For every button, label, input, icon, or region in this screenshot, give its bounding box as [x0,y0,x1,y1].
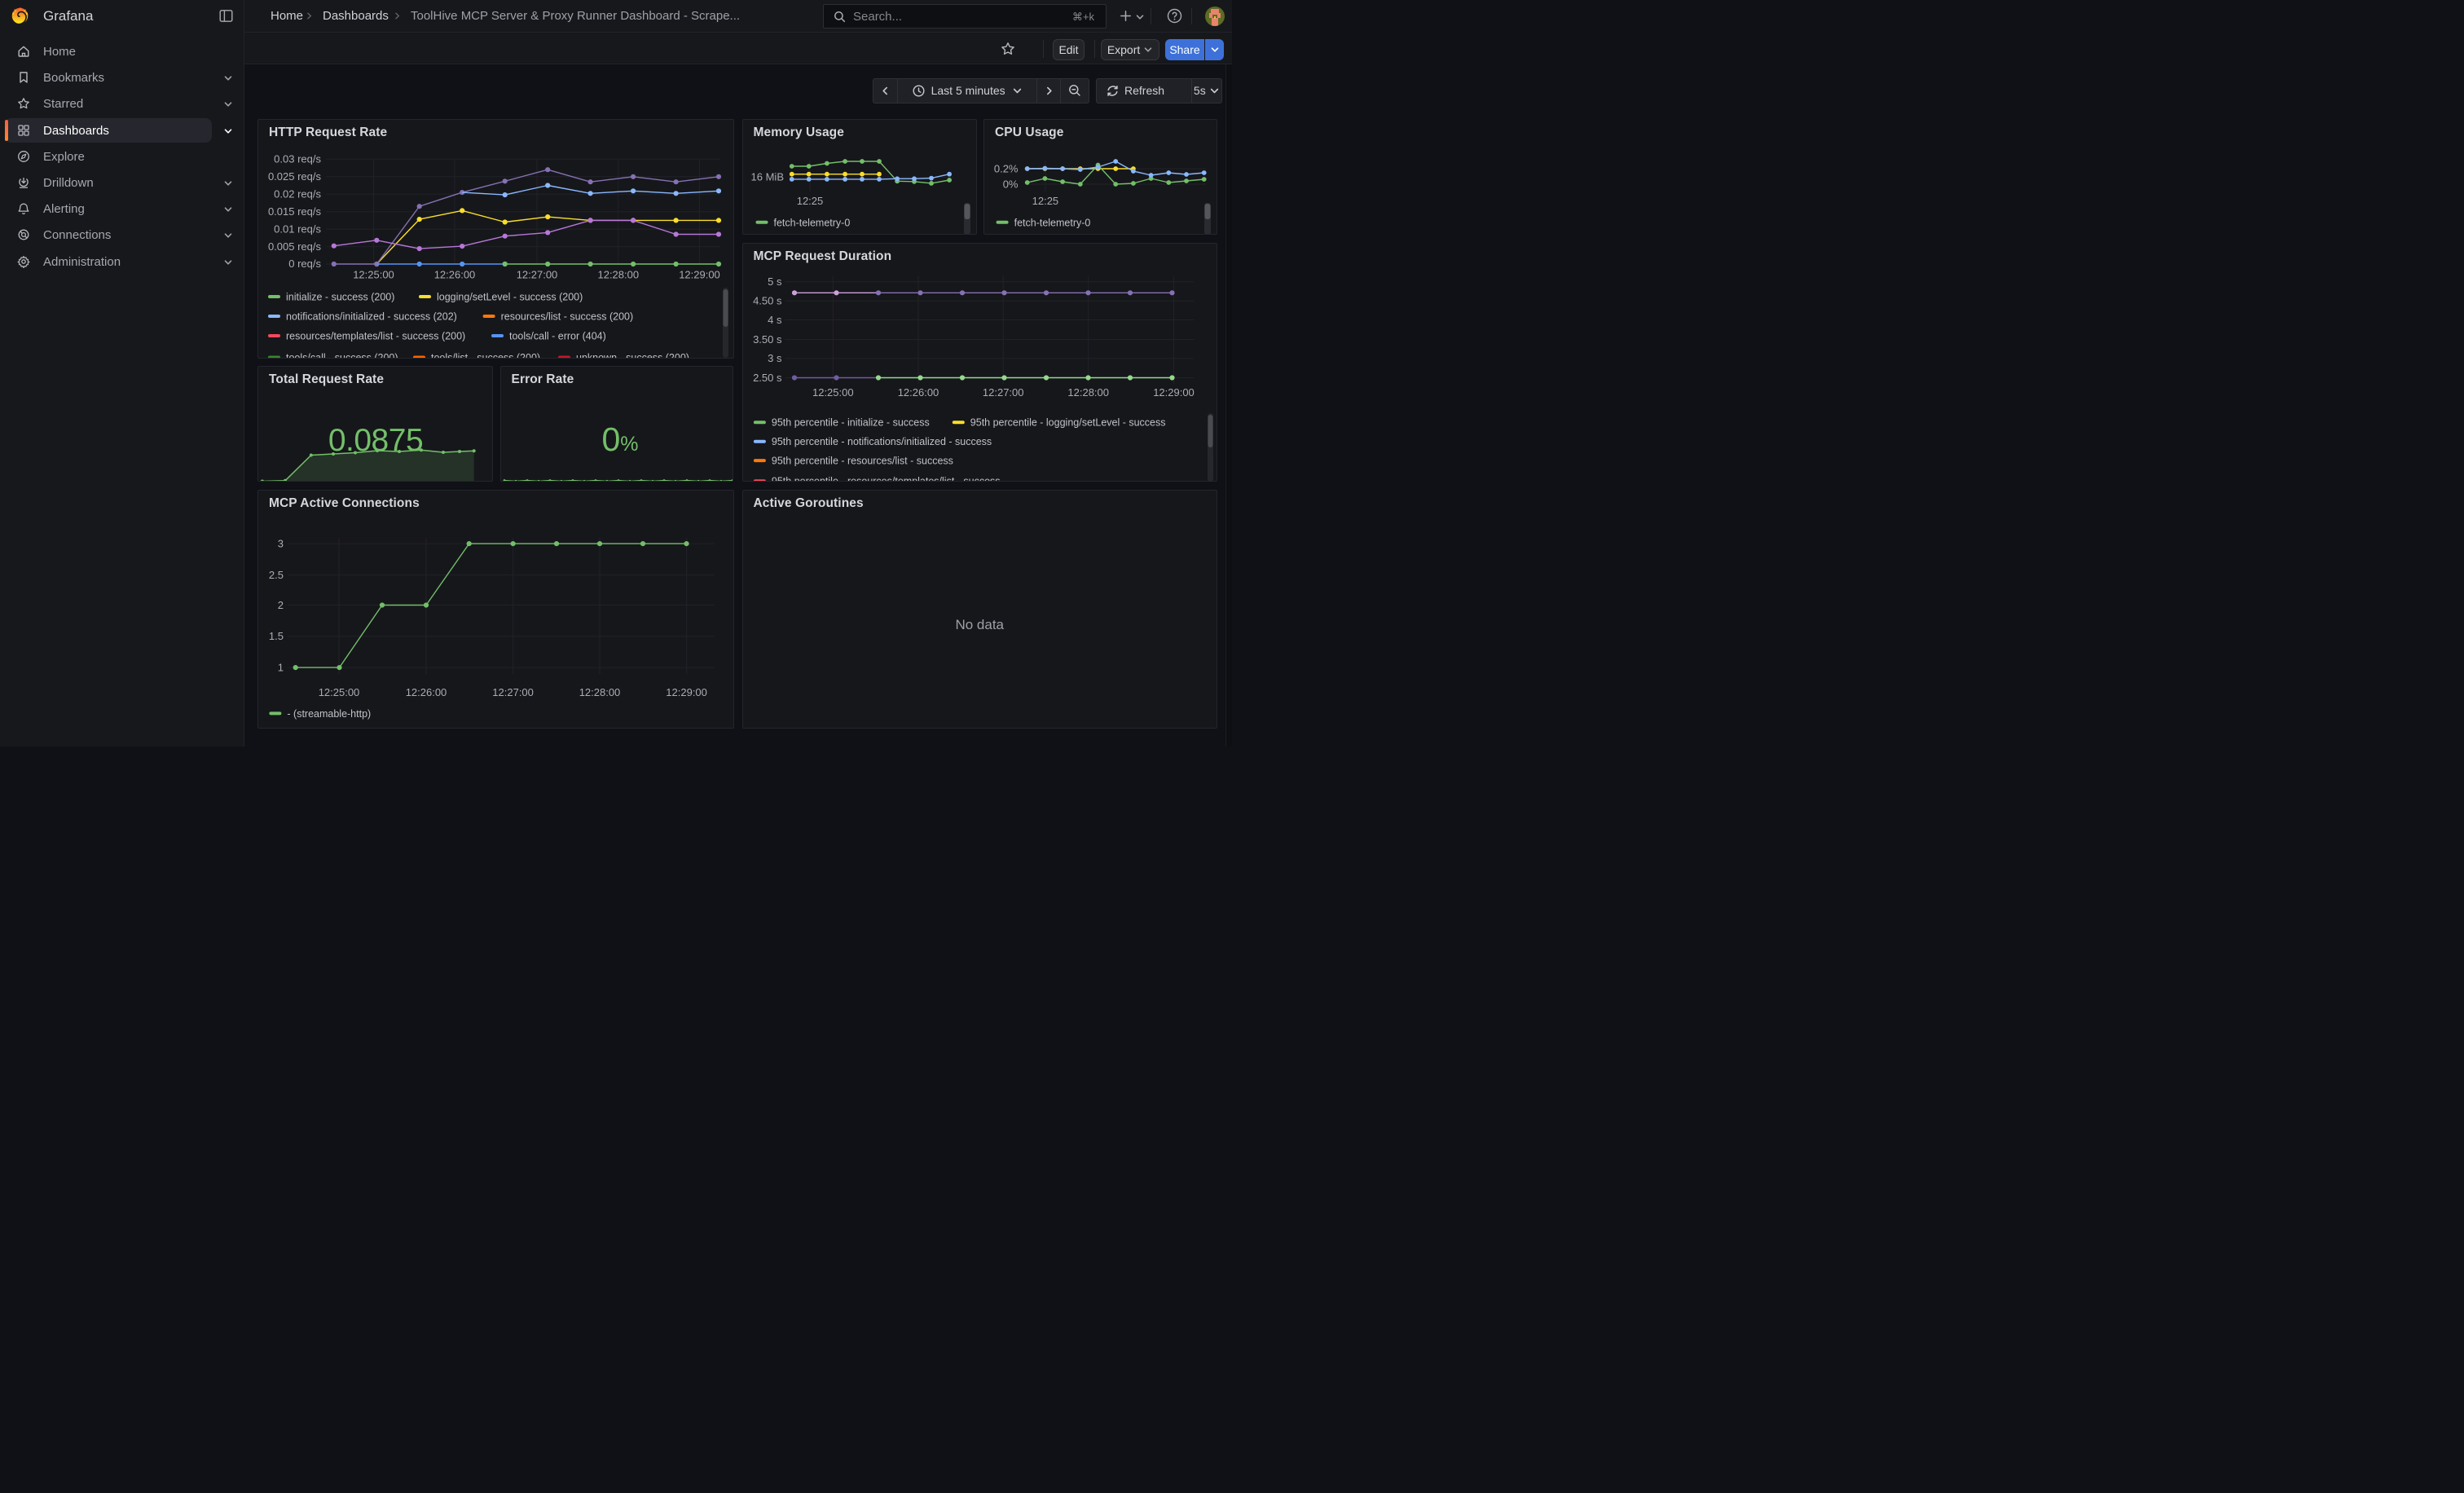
svg-text:- (streamable-http): - (streamable-http) [287,707,371,719]
svg-text:12:29:00: 12:29:00 [666,686,707,698]
svg-text:0.005 req/s: 0.005 req/s [268,240,322,253]
svg-text:12:25:00: 12:25:00 [812,386,853,399]
svg-text:12:27:00: 12:27:00 [517,269,558,281]
svg-text:3 s: 3 s [768,352,782,364]
svg-text:0%: 0% [1003,178,1019,191]
svg-text:0.01 req/s: 0.01 req/s [274,222,321,235]
svg-text:resources/list - success (200): resources/list - success (200) [501,311,634,323]
svg-text:12:29:00: 12:29:00 [1153,386,1195,399]
svg-text:12:28:00: 12:28:00 [597,269,639,281]
svg-text:0%: 0% [601,421,638,458]
svg-text:1: 1 [278,661,284,673]
svg-text:12:25: 12:25 [1032,195,1059,207]
svg-text:tools/list - success (200): tools/list - success (200) [431,352,540,359]
svg-text:12:25:00: 12:25:00 [319,686,360,698]
svg-text:16 MiB: 16 MiB [750,171,783,183]
svg-text:12:29:00: 12:29:00 [679,269,720,281]
svg-text:0.015 req/s: 0.015 req/s [268,205,322,218]
svg-text:12:27:00: 12:27:00 [492,686,534,698]
svg-text:3: 3 [278,537,284,549]
svg-text:5 s: 5 s [768,275,782,288]
svg-text:12:28:00: 12:28:00 [579,686,621,698]
svg-text:12:25: 12:25 [796,195,823,207]
svg-text:0.03 req/s: 0.03 req/s [274,153,321,165]
svg-text:12:26:00: 12:26:00 [434,269,476,281]
svg-text:resources/templates/list - suc: resources/templates/list - success (200) [286,331,465,342]
svg-text:95th percentile - logging/setL: 95th percentile - logging/setLevel - suc… [970,416,1165,428]
svg-text:12:26:00: 12:26:00 [406,686,447,698]
svg-text:fetch-telemetry-0: fetch-telemetry-0 [773,217,850,228]
svg-text:12:28:00: 12:28:00 [1067,386,1109,399]
svg-text:12:27:00: 12:27:00 [982,386,1023,399]
svg-text:4.50 s: 4.50 s [753,294,782,306]
svg-text:logging/setLevel - success (20: logging/setLevel - success (200) [437,292,583,303]
svg-text:0.02 req/s: 0.02 req/s [274,187,321,200]
svg-text:95th percentile - resources/li: 95th percentile - resources/list - succe… [771,455,953,466]
svg-text:0 req/s: 0 req/s [288,258,321,270]
svg-text:12:26:00: 12:26:00 [897,386,939,399]
svg-text:95th percentile - initialize -: 95th percentile - initialize - success [771,416,929,428]
svg-text:unknown - success (200): unknown - success (200) [576,352,689,359]
svg-text:3.50 s: 3.50 s [753,333,782,345]
svg-text:tools/call - error (404): tools/call - error (404) [509,331,606,342]
svg-text:2.50 s: 2.50 s [753,371,782,383]
svg-text:95th percentile - resources/te: 95th percentile - resources/templates/li… [771,475,1000,482]
svg-text:notifications/initialized - su: notifications/initialized - success (202… [286,311,457,323]
svg-text:4 s: 4 s [768,313,782,325]
svg-text:fetch-telemetry-0: fetch-telemetry-0 [1014,217,1091,228]
svg-text:2: 2 [278,598,284,610]
svg-text:2.5: 2.5 [269,568,284,580]
svg-text:0.2%: 0.2% [994,163,1019,175]
svg-text:0.025 req/s: 0.025 req/s [268,170,322,183]
svg-text:initialize - success (200): initialize - success (200) [286,292,394,303]
svg-text:0.0875: 0.0875 [328,423,423,458]
svg-text:tools/call - success (200): tools/call - success (200) [286,352,398,359]
svg-text:95th percentile - notification: 95th percentile - notifications/initiali… [771,436,991,447]
svg-text:12:25:00: 12:25:00 [353,269,394,281]
svg-text:1.5: 1.5 [269,630,284,642]
